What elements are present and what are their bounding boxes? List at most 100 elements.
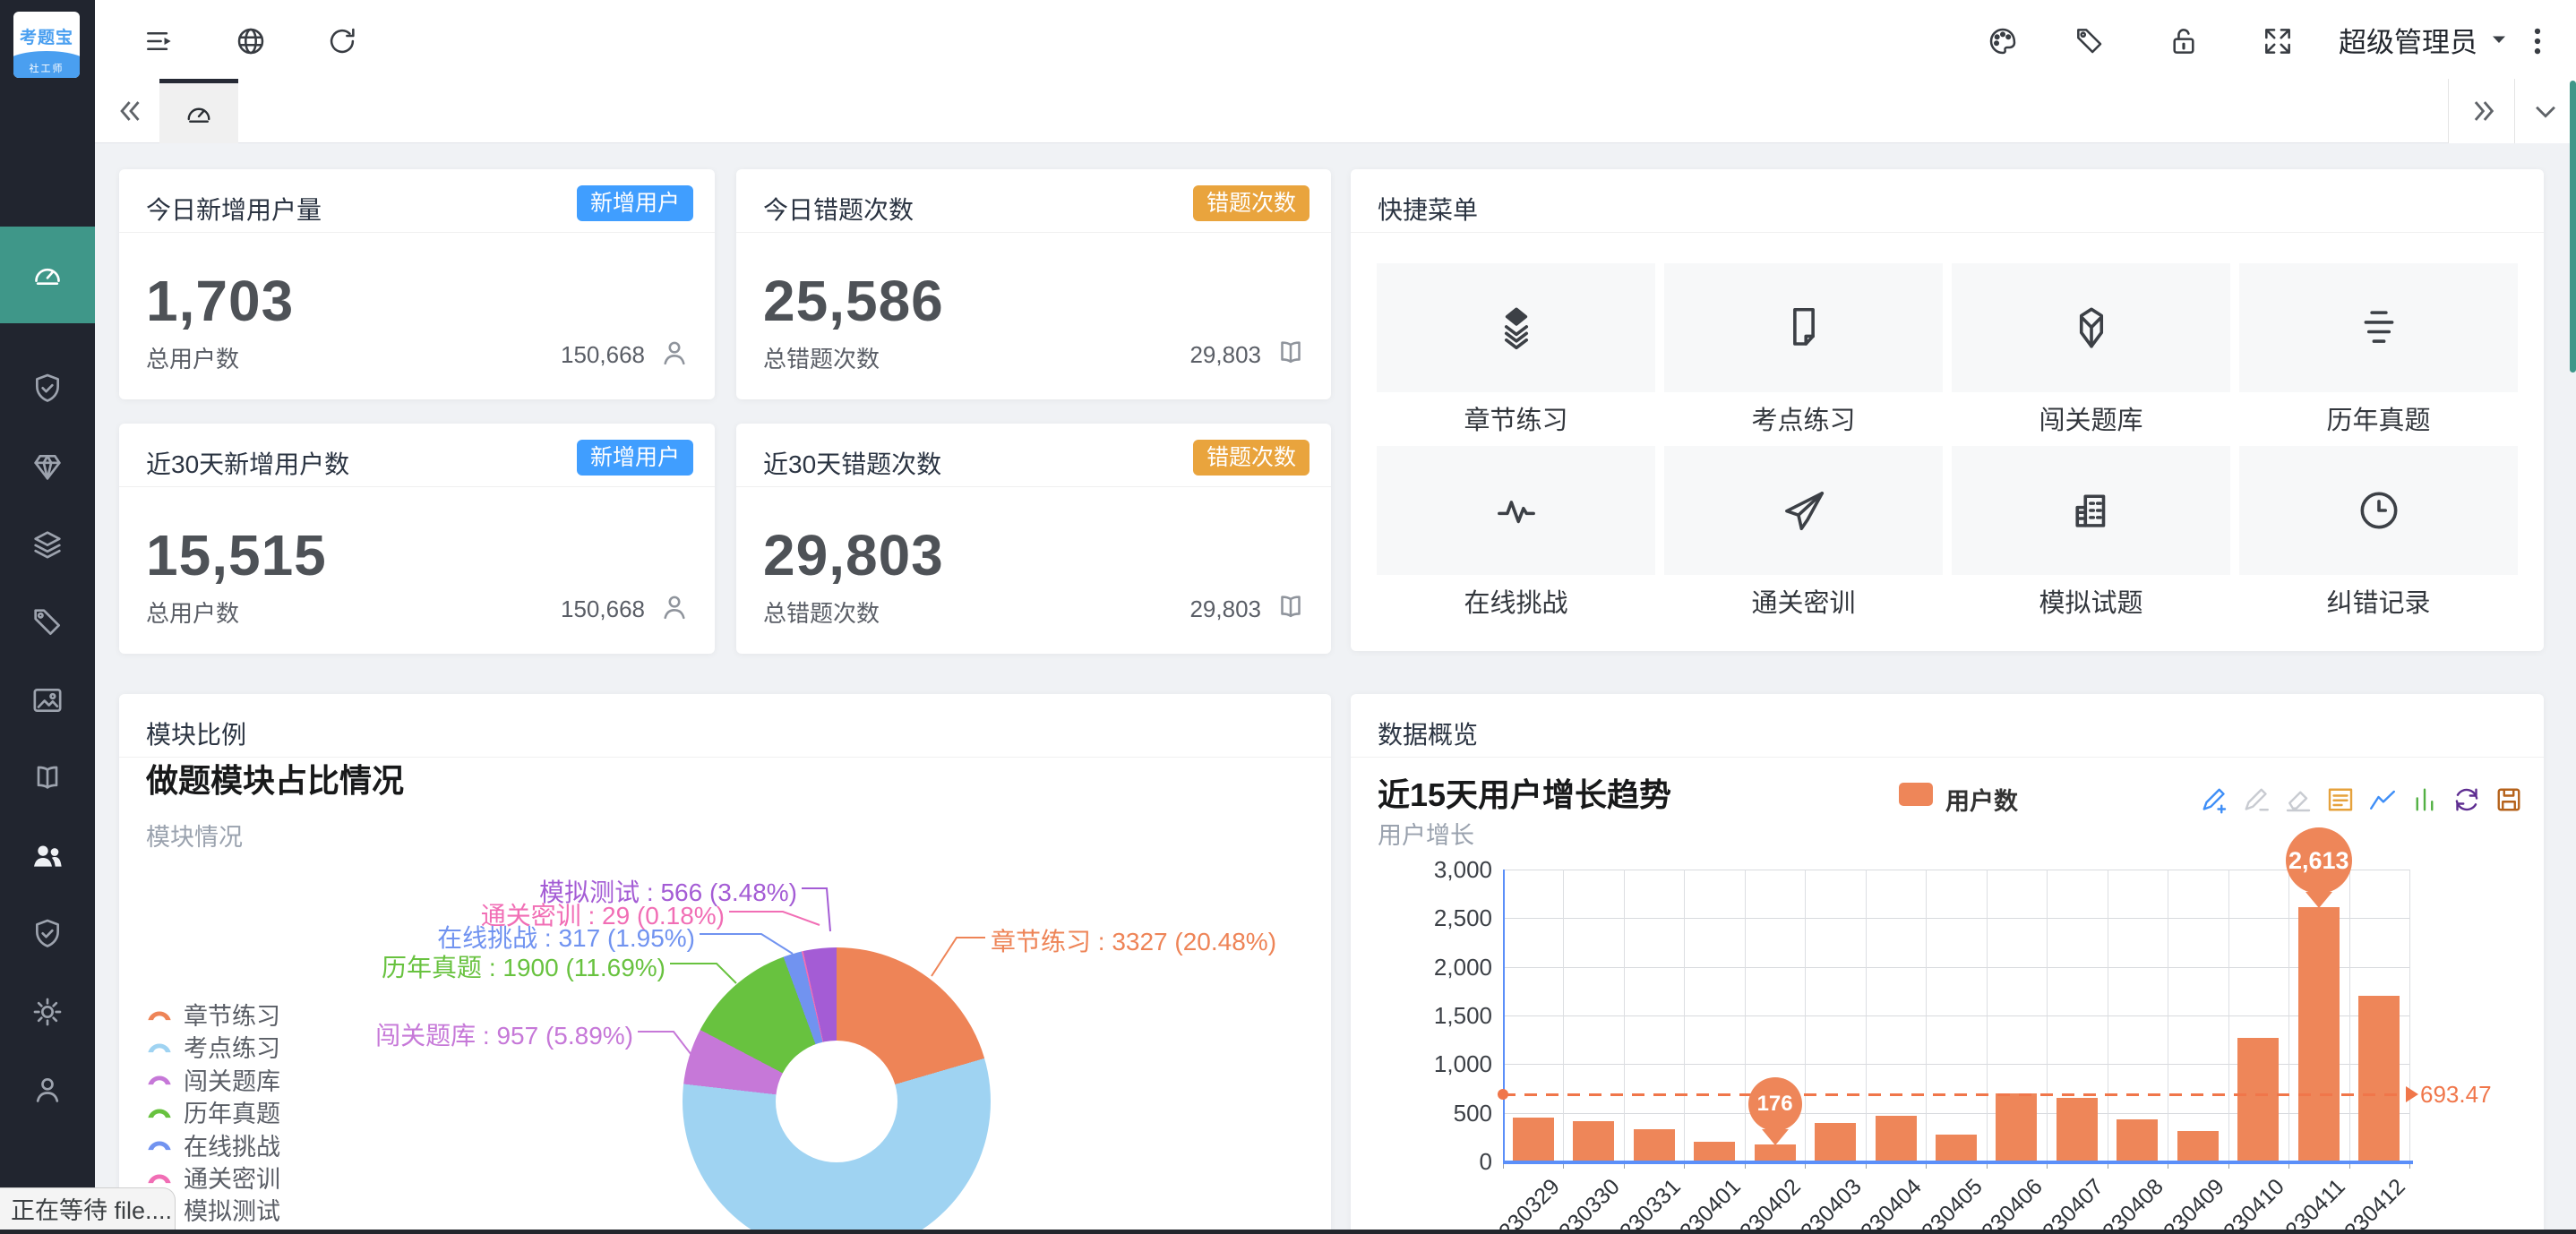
fullscreen-icon[interactable]	[2258, 21, 2297, 61]
quick-menu-item-历年真题[interactable]: 历年真题	[2239, 263, 2518, 437]
pie-chart-subtitle: 模块情况	[146, 818, 243, 853]
series-legend-swatch[interactable]	[1899, 783, 1933, 806]
average-line-start-dot	[1498, 1089, 1508, 1100]
toolbox-edit-minus-icon[interactable]	[2238, 782, 2274, 818]
quick-menu-item-label: 闯关题库	[1952, 399, 2230, 437]
toolbox-restore-icon[interactable]	[2449, 782, 2485, 818]
module-ratio-card: 模块比例 做题模块占比情况 模块情况 章节练习考点练习闯关题库历年真题在线挑战通…	[119, 694, 1331, 1234]
unlock-icon[interactable]	[2164, 21, 2203, 61]
bar-20230403[interactable]	[1815, 1123, 1856, 1161]
gridline-vertical	[1624, 870, 1625, 1161]
palette-icon[interactable]	[1983, 21, 2022, 61]
pie-legend-item-考点练习[interactable]: 考点练习	[146, 1029, 280, 1064]
bar-20230410[interactable]	[2237, 1038, 2279, 1161]
toolbox-eraser-icon[interactable]	[2280, 782, 2316, 818]
quick-menu-item-通关密训[interactable]: 通关密训	[1664, 446, 1943, 620]
toolbox-line-chart-icon[interactable]	[2365, 782, 2400, 818]
building-icon	[1952, 446, 2230, 575]
book-icon	[1274, 590, 1308, 624]
bar-20230329[interactable]	[1513, 1118, 1554, 1161]
bar-20230406[interactable]	[1996, 1093, 2037, 1161]
stat-card-today-wrong-answers: 今日错题次数 错题次数 25,586 总错题次数 29,803	[736, 169, 1331, 399]
tabs-collapse-button[interactable]	[2514, 79, 2576, 143]
divider	[736, 232, 1331, 233]
tab-dashboard[interactable]	[159, 79, 238, 143]
bar-20230409[interactable]	[2177, 1131, 2219, 1161]
app-logo[interactable]: 考题宝 社工师	[13, 12, 80, 78]
bar-20230405[interactable]	[1936, 1135, 1977, 1161]
x-axis-line	[1503, 1161, 2413, 1164]
bar-20230408[interactable]	[2117, 1119, 2158, 1161]
y-axis-tick-label: 3,000	[1367, 856, 1492, 884]
sidebar-item-1-shield-check-icon[interactable]	[0, 349, 95, 428]
globe-icon[interactable]	[231, 21, 270, 61]
quick-menu-item-闯关题库[interactable]: 闯关题库	[1952, 263, 2230, 437]
sidebar-item-9-gear-icon[interactable]	[0, 973, 95, 1051]
sidebar-item-8-shield-check-icon[interactable]	[0, 895, 95, 973]
average-line	[1503, 1093, 2409, 1096]
legend-arc-icon	[146, 1105, 173, 1119]
sidebar-item-6-book-icon[interactable]	[0, 739, 95, 818]
pie-legend-item-闯关题库[interactable]: 闯关题库	[146, 1062, 280, 1097]
user-icon	[657, 590, 691, 624]
bar-20230330[interactable]	[1573, 1121, 1614, 1161]
divider	[1351, 232, 2544, 233]
legend-arc-icon	[146, 1072, 173, 1086]
user-menu[interactable]: 超级管理员	[2339, 0, 2510, 79]
quick-menu-card: 快捷菜单 章节练习考点练习闯关题库历年真题在线挑战通关密训模拟试题纠错记录	[1351, 169, 2544, 651]
pie-legend-item-历年真题[interactable]: 历年真题	[146, 1094, 280, 1129]
toolbox-bar-chart-icon[interactable]	[2407, 782, 2443, 818]
stat-card-title: 近30天新增用户数	[146, 445, 349, 481]
pie-callout-label-模拟测试: 模拟测试 : 566 (3.48%)	[539, 873, 797, 909]
bar-20230331[interactable]	[1634, 1129, 1675, 1161]
legend-label: 在线挑战	[184, 1127, 280, 1162]
collapse-menu-icon[interactable]	[140, 21, 179, 61]
bar-20230402[interactable]	[1755, 1144, 1796, 1161]
stat-card-title: 今日新增用户量	[146, 191, 322, 227]
quick-menu-item-label: 历年真题	[2239, 399, 2518, 437]
bar-20230404[interactable]	[1876, 1116, 1917, 1161]
tabs-scroll-left-button[interactable]	[104, 79, 158, 143]
sidebar-item-5-image-icon[interactable]	[0, 661, 95, 740]
sidebar-item-4-tag-icon[interactable]	[0, 583, 95, 662]
tabs-scroll-right-button[interactable]	[2448, 79, 2514, 143]
sidebar-item-10-user-icon[interactable]	[0, 1050, 95, 1129]
gridline-vertical	[1745, 870, 1746, 1161]
gridline-vertical	[1684, 870, 1685, 1161]
series-legend-label[interactable]: 用户数	[1945, 782, 2018, 817]
bar-20230412[interactable]	[2358, 996, 2400, 1161]
y-axis-tick-label: 2,000	[1367, 954, 1492, 981]
gridline-vertical	[2349, 870, 2350, 1161]
sidebar-item-0-dashboard-icon[interactable]	[0, 227, 95, 323]
stat-footer-value: 150,668	[561, 596, 645, 623]
divider	[119, 232, 715, 233]
pie-legend-item-在线挑战[interactable]: 在线挑战	[146, 1127, 280, 1162]
quick-menu-item-考点练习[interactable]: 考点练习	[1664, 263, 1943, 437]
refresh-icon[interactable]	[322, 21, 362, 61]
stat-badge: 错题次数	[1193, 440, 1309, 476]
quick-menu-item-纠错记录[interactable]: 纠错记录	[2239, 446, 2518, 620]
text-lines-icon	[2239, 263, 2518, 392]
divider	[1351, 757, 2544, 758]
app-logo-title: 考题宝	[13, 24, 80, 48]
bar-20230401[interactable]	[1694, 1142, 1735, 1161]
toolbox-edit-add-icon[interactable]	[2196, 782, 2232, 818]
toolbox-save-icon[interactable]	[2491, 782, 2527, 818]
sidebar-item-2-gem-icon[interactable]	[0, 427, 95, 506]
sidebar-item-7-users-icon[interactable]	[0, 817, 95, 896]
scrollbar-thumb[interactable]	[2570, 81, 2576, 373]
kebab-menu-icon[interactable]	[2518, 21, 2557, 61]
sidebar-item-3-layers-icon[interactable]	[0, 505, 95, 584]
bar-20230411[interactable]	[2298, 907, 2340, 1161]
toolbox-data-view-icon[interactable]	[2323, 782, 2358, 818]
tag-icon[interactable]	[2070, 21, 2109, 61]
pie-legend-item-章节练习[interactable]: 章节练习	[146, 997, 280, 1032]
quick-menu-item-章节练习[interactable]: 章节练习	[1377, 263, 1655, 437]
quick-menu-item-在线挑战[interactable]: 在线挑战	[1377, 446, 1655, 620]
pie-callout-label-闯关题库: 闯关题库 : 957 (5.89%)	[375, 1016, 633, 1052]
quick-menu-item-label: 在线挑战	[1377, 582, 1655, 620]
quick-menu-item-模拟试题[interactable]: 模拟试题	[1952, 446, 2230, 620]
bar-20230407[interactable]	[2057, 1098, 2098, 1161]
module-card-title: 模块比例	[146, 716, 246, 751]
gridline-horizontal	[1503, 1015, 2409, 1016]
